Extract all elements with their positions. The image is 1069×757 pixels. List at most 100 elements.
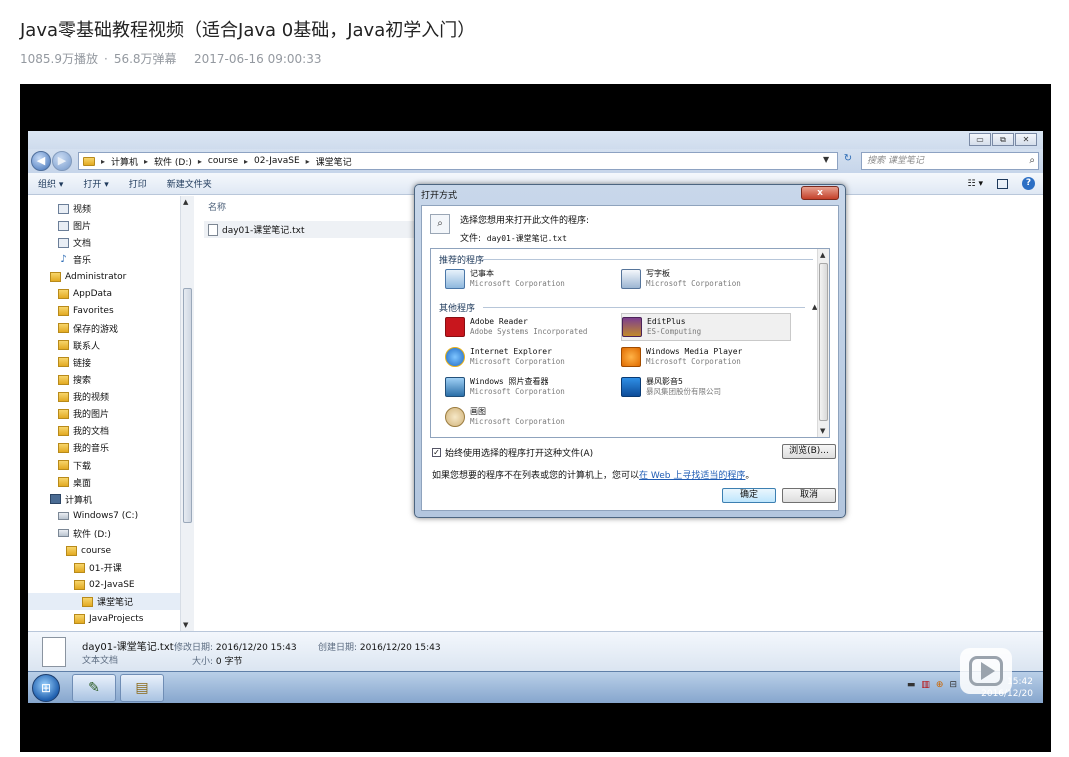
folder-icon xyxy=(58,442,69,453)
always-use-checkbox[interactable]: ✓ 始终使用选择的程序打开这种文件(A) xyxy=(432,446,593,459)
program-item[interactable]: Windows Media Player Microsoft Corporatio… xyxy=(621,343,791,371)
tray-icon[interactable]: ▥ xyxy=(921,680,930,690)
folder-icon xyxy=(82,596,93,607)
sidebar-item[interactable]: 我的视频 xyxy=(28,388,180,405)
danmaku-count: 56.8万弹幕 xyxy=(113,52,177,66)
program-item[interactable]: EditPlus ES-Computing xyxy=(621,313,791,341)
program-name: 暴风影音5 xyxy=(646,377,683,386)
scroll-down-icon[interactable]: ▼ xyxy=(820,427,825,435)
browse-button[interactable]: 浏览(B)... xyxy=(782,444,836,459)
video-player[interactable]: ▭ ⧉ ✕ ◀ ▶ ▸ 计算机 ▸ 软件 (D:) ▸ course ▸ 02- xyxy=(20,84,1051,752)
program-name: Windows 照片查看器 xyxy=(470,377,549,386)
help-icon[interactable]: ? xyxy=(1022,177,1035,190)
sidebar-item[interactable]: Windows7 (C:) xyxy=(28,508,180,525)
sidebar-item[interactable]: 图片 xyxy=(28,217,180,234)
new-folder-button[interactable]: 新建文件夹 xyxy=(157,177,222,190)
checkbox-checked-icon[interactable]: ✓ xyxy=(432,448,441,457)
breadcrumb-course[interactable]: course xyxy=(208,156,238,166)
scroll-up-icon[interactable]: ▲ xyxy=(820,251,825,259)
sidebar-item[interactable]: course xyxy=(28,542,180,559)
breadcrumb-drive[interactable]: 软件 (D:) xyxy=(154,155,192,168)
print-button[interactable]: 打印 xyxy=(119,177,157,190)
web-search-link[interactable]: 在 Web 上寻找适当的程序 xyxy=(639,471,745,481)
preview-pane-icon[interactable] xyxy=(997,178,1008,189)
scroll-up-icon[interactable]: ▲ xyxy=(183,198,188,206)
tray-icon[interactable]: ▬ xyxy=(907,680,916,690)
program-company: 暴风集团股份有限公司 xyxy=(646,387,721,396)
sidebar-item-label: 图片 xyxy=(73,222,92,233)
tray-icon[interactable]: ⊟ xyxy=(949,680,957,690)
organize-button[interactable]: 组织 ▾ xyxy=(28,177,73,190)
file-row[interactable]: day01-课堂笔记.txt xyxy=(204,221,439,238)
start-button[interactable]: ⊞ xyxy=(32,674,60,702)
open-button[interactable]: 打开 ▾ xyxy=(73,177,118,190)
folder-icon xyxy=(58,289,69,299)
sidebar-item[interactable]: 我的文档 xyxy=(28,422,180,439)
sidebar-item[interactable]: 文档 xyxy=(28,234,180,251)
maximize-button[interactable]: ⧉ xyxy=(992,133,1014,146)
sidebar-item[interactable]: 计算机 xyxy=(28,491,180,508)
scrollbar-thumb[interactable] xyxy=(819,263,828,421)
program-item[interactable]: 写字板 Microsoft Corporation xyxy=(621,265,791,293)
address-bar[interactable]: ▸ 计算机 ▸ 软件 (D:) ▸ course ▸ 02-JavaSE ▸ 课… xyxy=(78,152,838,170)
refresh-icon[interactable]: ↻ xyxy=(840,153,856,169)
close-button[interactable]: ✕ xyxy=(1015,133,1037,146)
nav-scrollbar[interactable]: ▲ ▼ xyxy=(180,196,194,631)
sidebar-item[interactable]: 联系人 xyxy=(28,337,180,354)
sidebar-item[interactable]: 软件 (D:) xyxy=(28,525,180,542)
dialog-close-button[interactable]: x xyxy=(801,186,839,200)
sidebar-item[interactable]: 下载 xyxy=(28,457,180,474)
folder-icon xyxy=(74,613,85,624)
sidebar-item[interactable]: 01-开课 xyxy=(28,559,180,576)
drive-icon xyxy=(58,512,69,521)
sidebar-item[interactable]: AppData xyxy=(28,286,180,303)
program-item[interactable]: 暴风影音5 暴风集团股份有限公司 xyxy=(621,373,791,401)
scroll-down-icon[interactable]: ▼ xyxy=(183,621,188,629)
sidebar-item[interactable]: 搜索 xyxy=(28,371,180,388)
sidebar-item[interactable]: JavaProjects xyxy=(28,610,180,627)
back-button[interactable]: ◀ xyxy=(31,151,51,171)
program-item[interactable]: 记事本 Microsoft Corporation xyxy=(445,265,615,293)
breadcrumb-notes[interactable]: 课堂笔记 xyxy=(316,155,352,168)
dialog-hint: 如果您想要的程序不在列表或您的计算机上，您可以在 Web 上寻找适当的程序。 xyxy=(432,468,754,481)
sidebar-item[interactable]: Favorites xyxy=(28,303,180,320)
sidebar-item[interactable]: 我的音乐 xyxy=(28,439,180,456)
program-item[interactable]: 画图 Microsoft Corporation xyxy=(445,403,615,431)
modified-value: 2016/12/20 15:43 xyxy=(215,643,297,653)
sidebar-item[interactable]: 我的图片 xyxy=(28,405,180,422)
search-input[interactable]: 搜索 课堂笔记 ⌕ xyxy=(861,152,1039,170)
paint-icon xyxy=(445,407,465,427)
breadcrumb-javase[interactable]: 02-JavaSE xyxy=(254,156,300,166)
dialog-file: 文件: day01-课堂笔记.txt xyxy=(460,231,567,244)
tray-icon[interactable]: ⊕ xyxy=(936,680,944,690)
program-item[interactable]: Adobe Reader Adobe Systems Incorporated xyxy=(445,313,615,341)
taskbar-explorer-icon[interactable]: ▤ xyxy=(120,674,164,702)
column-name-header[interactable]: 名称 xyxy=(198,200,443,216)
sidebar-item[interactable]: 课堂笔记 xyxy=(28,593,180,611)
program-item[interactable]: Windows 照片查看器 Microsoft Corporation xyxy=(445,373,615,401)
address-dropdown-icon[interactable]: ▼ xyxy=(823,155,829,164)
sidebar-item[interactable]: 02-JavaSE xyxy=(28,576,180,593)
sidebar-item[interactable]: 链接 xyxy=(28,354,180,371)
program-company: Microsoft Corporation xyxy=(470,417,565,426)
sidebar-item[interactable]: ♪ 音乐 xyxy=(28,251,180,268)
program-list-scrollbar[interactable]: ▲ ▼ xyxy=(817,249,829,437)
taskbar-app-icon[interactable]: ✎ xyxy=(72,674,116,702)
sidebar-item[interactable]: Administrator xyxy=(28,268,180,285)
sidebar-item[interactable]: 桌面 xyxy=(28,474,180,491)
navigation-pane: 视频图片 文档 ♪ 音乐 Administrator AppData Favorites 保存… xyxy=(28,196,194,631)
program-item[interactable]: Internet Explorer Microsoft Corporation xyxy=(445,343,615,371)
computer-icon xyxy=(50,494,61,505)
sidebar-item[interactable]: 保存的游戏 xyxy=(28,320,180,337)
scrollbar-thumb[interactable] xyxy=(183,288,192,523)
search-icon[interactable]: ⌕ xyxy=(1029,153,1035,169)
sidebar-item[interactable]: 视频 xyxy=(28,200,180,217)
forward-button[interactable]: ▶ xyxy=(52,151,72,171)
view-options-button[interactable]: ☷ ▾ xyxy=(968,179,983,189)
system-tray: ▬ ▥ ⊕ ⊟ xyxy=(907,680,957,690)
minimize-button[interactable]: ▭ xyxy=(969,133,991,146)
breadcrumb-computer[interactable]: 计算机 xyxy=(111,155,138,168)
size-label: 大小: xyxy=(192,657,214,667)
cancel-button[interactable]: 取消 xyxy=(782,488,836,503)
ok-button[interactable]: 确定 xyxy=(722,488,776,503)
